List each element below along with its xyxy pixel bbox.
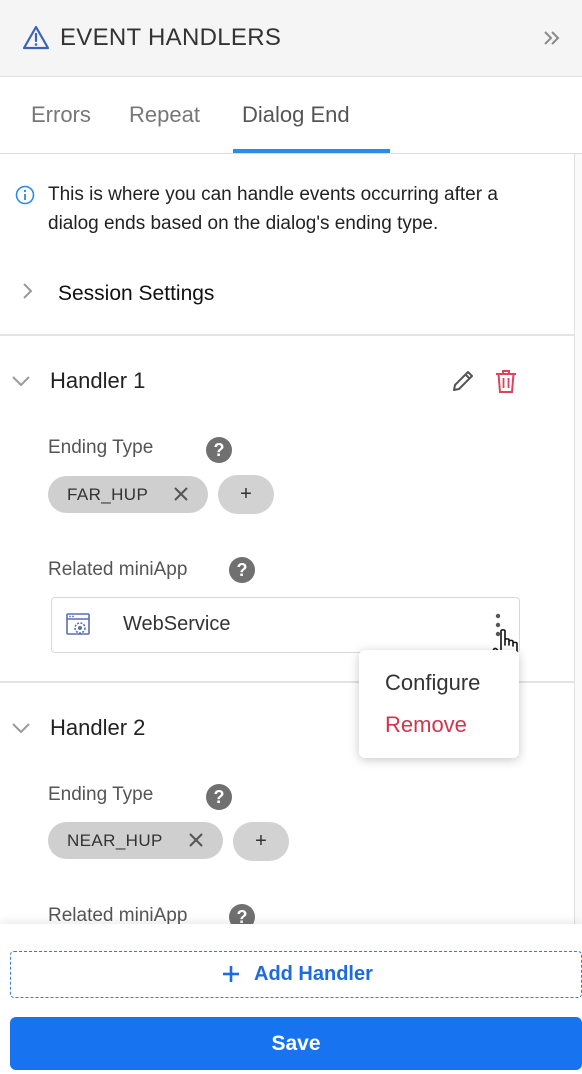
ending-type-chip: NEAR_HUP [48,822,223,859]
handler-1-title: Handler 1 [50,368,146,393]
related-miniapp-label: Related miniApp [48,559,188,580]
tab-bar: Errors Repeat Dialog End [0,77,582,154]
menu-item-remove[interactable]: Remove [385,712,467,738]
miniapp-context-menu: Configure Remove [359,650,519,758]
add-ending-type-button[interactable]: + [233,822,289,861]
handlers-content: This is where you can handle events occu… [0,154,574,924]
info-text: This is where you can handle events occu… [48,184,498,234]
panel-footer: Add Handler Save [0,924,582,1074]
help-icon[interactable]: ? [229,557,255,583]
panel-header: EVENT HANDLERS [0,0,582,77]
help-icon[interactable]: ? [206,784,232,810]
tab-dialog-end[interactable]: Dialog End [242,102,350,128]
pencil-icon[interactable] [450,368,476,394]
info-icon [15,185,35,205]
warning-triangle-icon [22,25,50,50]
trash-icon[interactable] [494,368,518,394]
help-icon[interactable]: ? [206,437,232,463]
scrollbar[interactable] [574,154,582,924]
chip-label: NEAR_HUP [67,831,163,850]
chevron-down-icon[interactable] [10,721,32,735]
handler-2-title: Handler 2 [50,715,146,740]
miniapp-name: WebService [123,613,231,635]
panel-title: EVENT HANDLERS [60,24,282,51]
tab-repeat[interactable]: Repeat [129,102,200,128]
tab-errors[interactable]: Errors [31,102,91,128]
plus-icon [223,966,239,982]
ending-type-chip: FAR_HUP [48,476,208,513]
add-handler-label: Add Handler [254,963,373,985]
close-icon[interactable] [172,485,190,503]
add-handler-button[interactable]: Add Handler [10,951,582,998]
chevron-down-icon[interactable] [10,374,32,388]
chip-label: FAR_HUP [67,485,149,504]
session-settings-toggle[interactable]: Session Settings [58,282,214,306]
add-ending-type-button[interactable]: + [218,475,274,514]
miniapp-card[interactable]: WebService [51,597,520,653]
divider [0,334,574,336]
close-icon[interactable] [187,831,205,849]
menu-item-configure[interactable]: Configure [385,670,480,696]
webservice-icon [66,613,90,635]
ending-type-label: Ending Type [48,437,154,458]
double-chevron-right-icon[interactable] [542,28,562,48]
active-tab-indicator [233,149,390,153]
related-miniapp-label: Related miniApp [48,905,188,924]
save-button[interactable]: Save [10,1017,582,1070]
ending-type-label: Ending Type [48,784,154,805]
help-icon[interactable]: ? [229,904,255,924]
chevron-right-icon[interactable] [20,281,36,301]
